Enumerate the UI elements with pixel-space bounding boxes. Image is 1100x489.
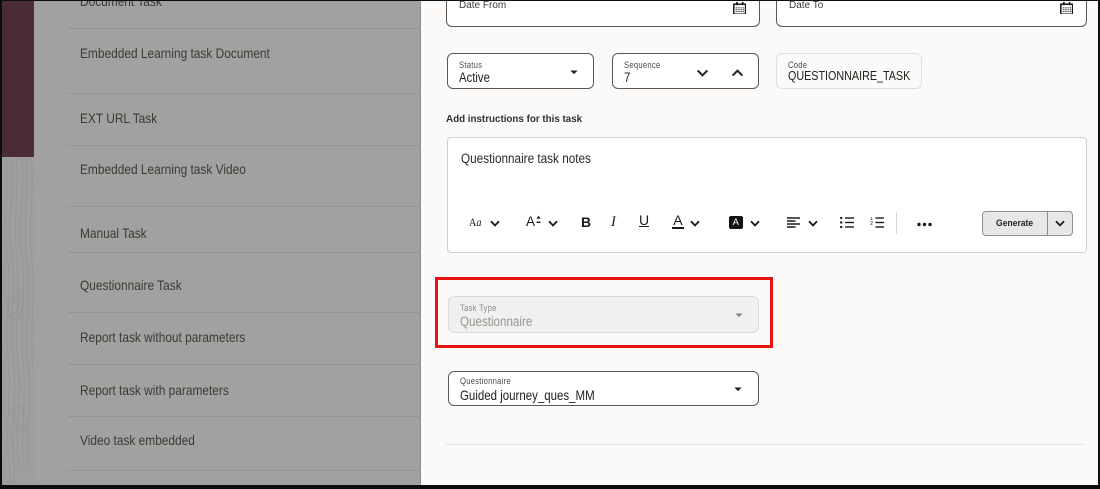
svg-text:2: 2 bbox=[870, 221, 873, 227]
